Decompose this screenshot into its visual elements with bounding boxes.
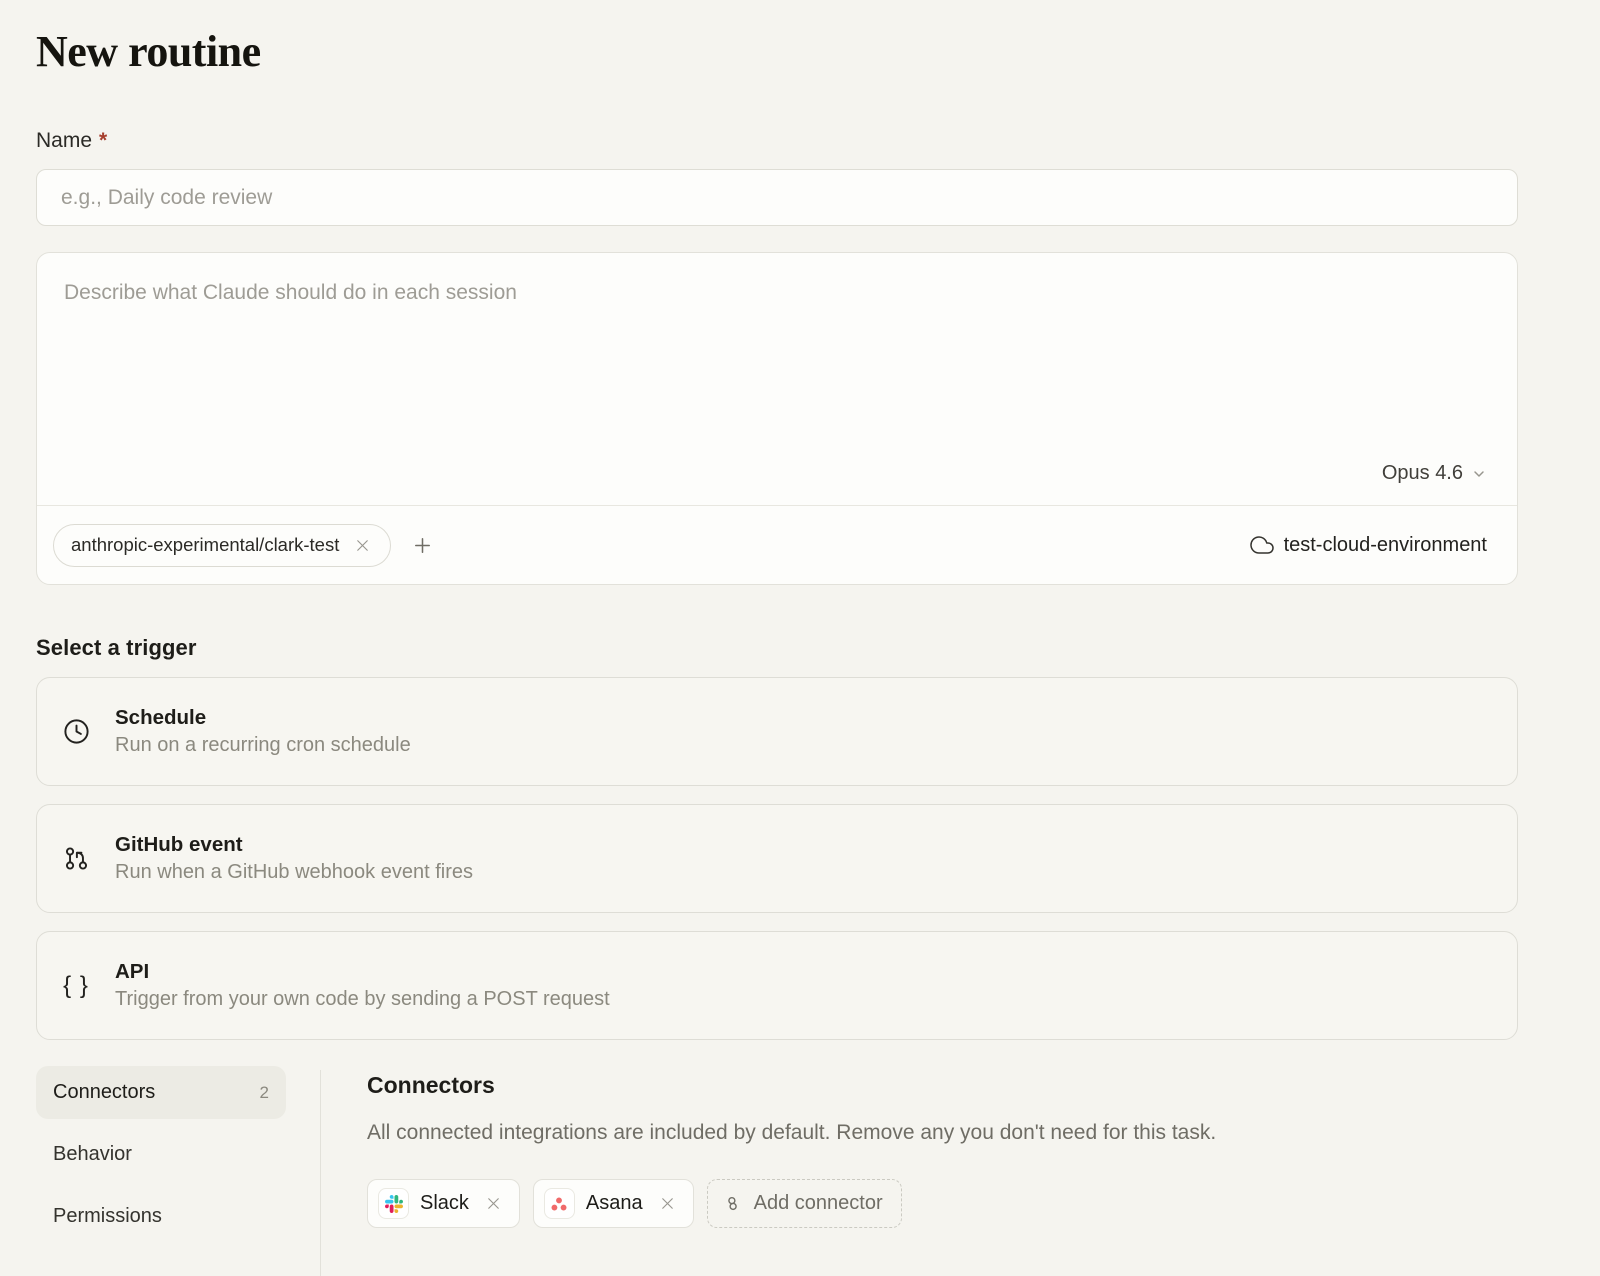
trigger-section-heading: Select a trigger: [36, 635, 1518, 661]
connector-chip-asana: Asana: [533, 1179, 694, 1228]
git-compare-icon: [59, 843, 93, 874]
model-selector[interactable]: Opus 4.6: [37, 462, 1517, 505]
remove-slack-icon[interactable]: [480, 1190, 507, 1217]
connector-chip-row: Slack Asana: [367, 1179, 1518, 1228]
new-routine-form: New routine Name * Opus 4.6 anthropic-ex…: [0, 0, 1600, 1276]
connector-name: Asana: [586, 1192, 643, 1215]
trigger-description: Run on a recurring cron schedule: [115, 734, 411, 757]
trigger-title: API: [115, 960, 610, 984]
environment-indicator[interactable]: test-cloud-environment: [1250, 533, 1487, 557]
panel-heading: Connectors: [367, 1072, 1518, 1099]
connector-name: Slack: [420, 1192, 469, 1215]
prompt-textarea[interactable]: [37, 253, 1517, 462]
settings-section: Connectors 2 Behavior Permissions Connec…: [36, 1066, 1518, 1276]
environment-name: test-cloud-environment: [1284, 534, 1487, 557]
panel-description: All connected integrations are included …: [367, 1121, 1518, 1145]
trigger-title: Schedule: [115, 706, 411, 730]
trigger-title: GitHub event: [115, 833, 473, 857]
page-title: New routine: [36, 26, 1518, 77]
tab-connectors[interactable]: Connectors 2: [36, 1066, 286, 1119]
chevron-down-icon: [1471, 466, 1487, 482]
trigger-option-github-event[interactable]: GitHub event Run when a GitHub webhook e…: [36, 804, 1518, 913]
add-connector-label: Add connector: [754, 1192, 883, 1215]
remove-asana-icon[interactable]: [654, 1190, 681, 1217]
repo-chip-label: anthropic-experimental/clark-test: [71, 534, 339, 556]
tab-label: Permissions: [53, 1205, 162, 1228]
tab-label: Behavior: [53, 1143, 132, 1166]
prompt-footer: anthropic-experimental/clark-test test-c…: [37, 505, 1517, 584]
asana-logo: [544, 1188, 575, 1219]
tab-behavior[interactable]: Behavior: [36, 1128, 286, 1181]
connectors-panel: Connectors All connected integrations ar…: [321, 1066, 1518, 1276]
trigger-option-api[interactable]: { } API Trigger from your own code by se…: [36, 931, 1518, 1040]
clock-icon: [59, 716, 93, 747]
connector-chip-slack: Slack: [367, 1179, 520, 1228]
prompt-card: Opus 4.6 anthropic-experimental/clark-te…: [36, 252, 1518, 585]
cloud-icon: [1250, 533, 1274, 557]
repo-chip[interactable]: anthropic-experimental/clark-test: [53, 524, 391, 567]
tab-label: Connectors: [53, 1081, 155, 1104]
settings-nav: Connectors 2 Behavior Permissions: [36, 1066, 286, 1276]
trigger-description: Run when a GitHub webhook event fires: [115, 861, 473, 884]
remove-repo-icon[interactable]: [349, 532, 376, 559]
add-connector-button[interactable]: Add connector: [707, 1179, 902, 1228]
required-asterisk: *: [99, 129, 107, 153]
trigger-option-schedule[interactable]: Schedule Run on a recurring cron schedul…: [36, 677, 1518, 786]
trigger-list: Schedule Run on a recurring cron schedul…: [36, 677, 1518, 1040]
model-label: Opus 4.6: [1382, 462, 1463, 485]
name-field-label-row: Name *: [36, 129, 1518, 153]
tab-permissions[interactable]: Permissions: [36, 1190, 286, 1243]
connectors-count-badge: 2: [260, 1083, 269, 1103]
name-field-label: Name: [36, 129, 92, 153]
link-icon: [722, 1193, 743, 1214]
trigger-description: Trigger from your own code by sending a …: [115, 988, 610, 1011]
slack-logo: [378, 1188, 409, 1219]
add-repo-button[interactable]: [407, 530, 438, 561]
name-input[interactable]: [36, 169, 1518, 226]
braces-icon: { }: [59, 972, 93, 1000]
